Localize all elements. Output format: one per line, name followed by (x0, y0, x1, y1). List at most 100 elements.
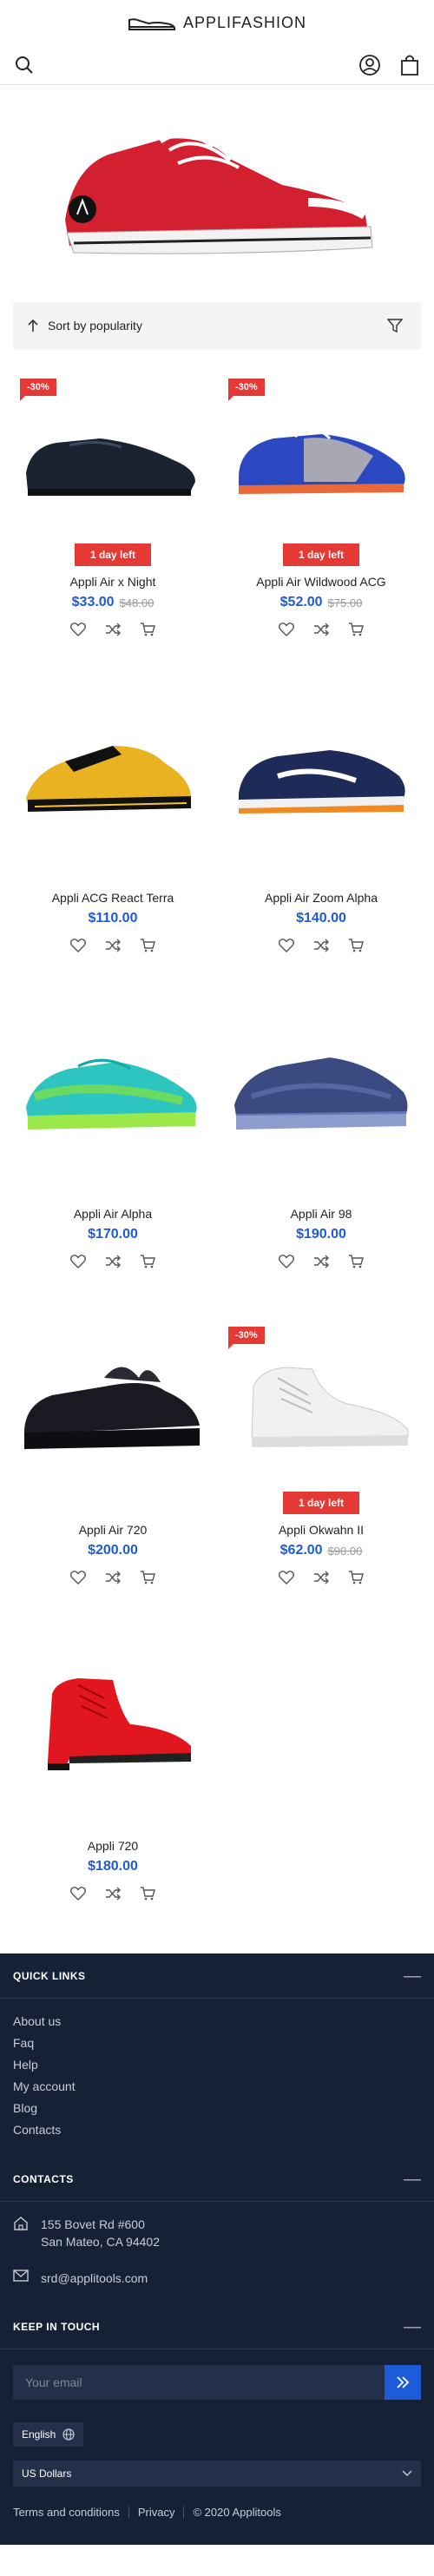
heart-icon[interactable] (69, 936, 88, 955)
product-name[interactable]: Appli Air 98 (221, 1207, 421, 1224)
heart-icon[interactable] (69, 620, 88, 639)
copyright-text: © 2020 Applitools (193, 2506, 281, 2519)
cart-icon[interactable] (138, 620, 157, 639)
contacts-block: 155 Bovet Rd #600 San Mateo, CA 94402 sr… (0, 2202, 434, 2304)
product-name[interactable]: Appli 720 (13, 1839, 213, 1856)
product-name[interactable]: Appli ACG React Terra (13, 891, 213, 908)
product-image[interactable]: -30% (221, 365, 421, 538)
heart-icon[interactable] (69, 1568, 88, 1587)
cart-icon[interactable] (346, 1252, 365, 1271)
shuffle-icon[interactable] (312, 1568, 331, 1587)
shuffle-icon[interactable] (103, 936, 122, 955)
teal-knit-image (26, 1058, 197, 1130)
shuffle-icon[interactable] (103, 1252, 122, 1271)
footer-link-my-account[interactable]: My account (13, 2076, 421, 2098)
shuffle-icon[interactable] (103, 1568, 122, 1587)
product-card[interactable]: Appli 720 $180.00 (13, 1629, 213, 1945)
filter-icon[interactable] (383, 313, 407, 338)
heart-icon[interactable] (277, 1252, 296, 1271)
countdown-timer: 1 day left (74, 544, 152, 566)
user-icon[interactable] (358, 53, 382, 77)
product-price: $170.00 (88, 1227, 138, 1242)
cart-icon[interactable] (138, 1884, 157, 1903)
product-price: $190.00 (296, 1227, 346, 1242)
product-name[interactable]: Appli Air x Night (13, 575, 213, 592)
heart-icon[interactable] (69, 1252, 88, 1271)
product-price: $52.00 (279, 595, 323, 609)
product-card[interactable]: Appli ACG React Terra $110.00 (13, 681, 213, 997)
heart-icon[interactable] (277, 936, 296, 955)
footer-link-faq[interactable]: Faq (13, 2032, 421, 2054)
product-card[interactable]: Appli Air 720 $200.00 (13, 1313, 213, 1629)
product-name[interactable]: Appli Air 720 (13, 1523, 213, 1540)
footer-link-help[interactable]: Help (13, 2054, 421, 2076)
cart-icon[interactable] (138, 1568, 157, 1587)
keep-in-touch-title: KEEP IN TOUCH (13, 2320, 101, 2333)
product-name[interactable]: Appli Air Zoom Alpha (221, 891, 421, 908)
product-old-price: $48.00 (119, 596, 155, 609)
quick-links-toggle[interactable]: QUICK LINKS — (0, 1953, 434, 1999)
search-icon[interactable] (12, 53, 36, 77)
keep-in-touch-toggle[interactable]: KEEP IN TOUCH — (0, 2304, 434, 2349)
product-price: $180.00 (88, 1859, 138, 1874)
footer-link-blog[interactable]: Blog (13, 2098, 421, 2119)
product-card[interactable]: Appli Air 98 $190.00 (221, 997, 421, 1313)
product-image[interactable] (221, 997, 421, 1170)
shuffle-icon[interactable] (312, 620, 331, 639)
cart-icon[interactable] (346, 620, 365, 639)
collapse-icon: — (404, 2169, 421, 2189)
product-card[interactable]: Appli Air Alpha $170.00 (13, 997, 213, 1313)
shuffle-icon[interactable] (312, 936, 331, 955)
product-image[interactable]: -30% (221, 1313, 421, 1486)
cart-icon[interactable] (346, 936, 365, 955)
shuffle-icon[interactable] (103, 1884, 122, 1903)
navy-knit-image (234, 1057, 408, 1130)
cart-icon[interactable] (346, 1568, 365, 1587)
product-image[interactable] (13, 681, 213, 854)
cart-icon[interactable] (138, 936, 157, 955)
product-card[interactable]: -30% 1 day left Appli Air Wildwood ACG $52.… (221, 365, 421, 681)
terms-link[interactable]: Terms and conditions (13, 2506, 120, 2519)
divider (183, 2506, 185, 2519)
product-card[interactable]: -30% 1 day left Appli Air x Night $33.00 $48… (13, 365, 213, 681)
divider (128, 2506, 129, 2519)
shopping-bag-icon[interactable] (398, 53, 422, 77)
product-image[interactable] (221, 681, 421, 854)
hero-banner[interactable] (0, 85, 434, 302)
logo-text: APPLIFASHION (182, 13, 307, 31)
black-platform-image (24, 1367, 200, 1449)
product-name[interactable]: Appli Air Alpha (13, 1207, 213, 1224)
shuffle-icon[interactable] (312, 1252, 331, 1271)
newsletter-form (0, 2349, 434, 2419)
heart-icon[interactable] (277, 1568, 296, 1587)
product-image[interactable]: -30% (13, 365, 213, 538)
contacts-toggle[interactable]: CONTACTS — (0, 2157, 434, 2202)
product-image[interactable] (13, 1313, 213, 1486)
footer-link-contacts[interactable]: Contacts (13, 2119, 421, 2141)
product-image[interactable] (13, 1629, 213, 1802)
heart-icon[interactable] (69, 1884, 88, 1903)
product-old-price: $90.00 (327, 1544, 363, 1558)
shuffle-icon[interactable] (103, 620, 122, 639)
newsletter-email-input[interactable] (13, 2365, 385, 2400)
white-hightop-image (251, 1367, 409, 1447)
product-image[interactable] (13, 997, 213, 1170)
address-line2: San Mateo, CA 94402 (41, 2235, 160, 2249)
top-icon-bar (0, 45, 434, 85)
cart-icon[interactable] (138, 1252, 157, 1271)
privacy-link[interactable]: Privacy (138, 2506, 175, 2519)
heart-icon[interactable] (277, 620, 296, 639)
currency-select[interactable]: US Dollars (13, 2461, 421, 2487)
collapse-icon: — (404, 2316, 421, 2336)
product-card[interactable]: Appli Air Zoom Alpha $140.00 (221, 681, 421, 997)
product-name[interactable]: Appli Okwahn II (221, 1523, 421, 1540)
footer-link-about-us[interactable]: About us (13, 2011, 421, 2032)
language-select[interactable]: English (13, 2422, 84, 2447)
product-name[interactable]: Appli Air Wildwood ACG (221, 575, 421, 592)
logo[interactable]: APPLIFASHION (0, 0, 434, 45)
contact-email-link[interactable]: srd@applitools.com (41, 2270, 148, 2287)
sort-select[interactable]: Sort by popularity (27, 319, 142, 333)
newsletter-submit-button[interactable] (385, 2365, 421, 2400)
product-card[interactable]: -30% 1 day left Appli Okwahn II $62.00 $90.0… (221, 1313, 421, 1629)
discount-badge: -30% (228, 1327, 265, 1349)
